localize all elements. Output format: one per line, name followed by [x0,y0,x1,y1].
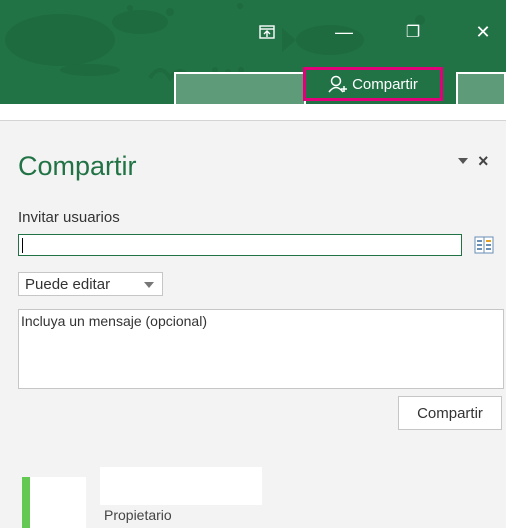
invite-label: Invitar usuarios [18,209,120,226]
share-button-label: Compartir [352,75,418,93]
address-book-icon[interactable] [474,236,494,254]
chevron-down-icon [144,282,154,288]
title-bar: — ❐ ✕ Compartir [0,0,506,104]
invite-input[interactable] [18,234,462,256]
pane-title: Compartir [18,151,137,181]
text-caret [22,238,23,253]
restore-button[interactable]: ❐ [398,20,428,44]
close-icon: ✕ [475,21,491,42]
restore-icon: ❐ [405,24,421,41]
ribbon-display-options-button[interactable] [252,20,282,44]
minimize-button[interactable]: — [329,20,359,44]
owner-status-bar [22,477,30,528]
message-textarea[interactable]: Incluya un mensaje (opcional) [18,309,504,389]
owner-role: Propietario [104,507,172,523]
ribbon-tab-placeholder[interactable] [456,72,506,104]
minimize-icon: — [335,21,353,42]
avatar [30,477,86,528]
permission-dropdown[interactable]: Puede editar [18,272,163,296]
permission-dropdown-value: Puede editar [25,276,111,293]
share-button[interactable]: Compartir [303,67,443,101]
pane-options-icon[interactable] [458,158,468,164]
share-pane: Compartir × Invitar usuarios Puede edita… [0,121,506,528]
owner-name-redacted [100,467,262,505]
share-submit-label: Compartir [417,404,483,422]
share-submit-button[interactable]: Compartir [398,396,502,430]
add-person-icon [328,75,348,93]
ribbon-area [0,104,506,120]
message-placeholder: Incluya un mensaje (opcional) [21,313,207,329]
pane-close-icon[interactable]: × [478,151,489,172]
ribbon-tab-placeholder[interactable] [174,72,306,104]
close-window-button[interactable]: ✕ [468,20,498,44]
ribbon-display-icon [259,25,275,39]
